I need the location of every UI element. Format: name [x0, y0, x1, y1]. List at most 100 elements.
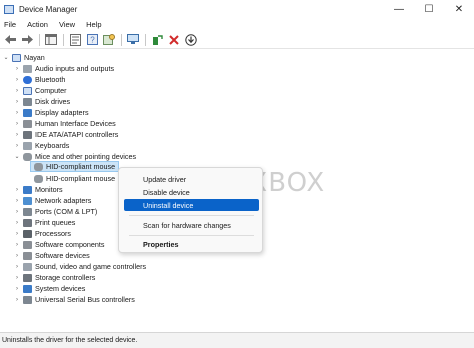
status-text: Uninstalls the driver for the selected d… [2, 337, 138, 344]
tree-item-label: HID-compliant mouse [46, 162, 116, 171]
chevron-right-icon[interactable]: › [13, 264, 21, 270]
tree-item-label: Universal Serial Bus controllers [35, 295, 135, 304]
software-icon [23, 240, 32, 249]
tree-item[interactable]: › Audio inputs and outputs [13, 63, 114, 74]
tree-item-label: Mice and other pointing devices [35, 152, 137, 161]
tree-child-item[interactable]: HID-compliant mouse [30, 173, 115, 184]
window-title: Device Manager [19, 4, 78, 14]
toolbar-separator [145, 33, 146, 46]
show-hide-tree-icon[interactable] [44, 33, 58, 47]
tree-item[interactable]: › Bluetooth [13, 74, 65, 85]
window-controls: — ☐ ✕ [384, 0, 474, 18]
menu-action[interactable]: Action [27, 20, 48, 29]
tree-item-label: Sound, video and game controllers [35, 262, 147, 271]
tree-root[interactable]: ⌄ Nayan [2, 52, 45, 63]
tree-item[interactable]: › Keyboards [13, 140, 69, 151]
tree-item[interactable]: › Display adapters [13, 107, 89, 118]
driver-icon[interactable] [102, 33, 116, 47]
menu-separator [129, 235, 254, 236]
network-icon [23, 196, 32, 205]
tree-item[interactable]: › IDE ATA/ATAPI controllers [13, 129, 118, 140]
chevron-right-icon[interactable]: › [13, 286, 21, 292]
chevron-right-icon[interactable]: › [13, 275, 21, 281]
chevron-right-icon[interactable]: › [13, 198, 21, 204]
printer-icon [23, 218, 32, 227]
chevron-right-icon[interactable]: › [13, 253, 21, 259]
tree-item[interactable]: › Human Interface Devices [13, 118, 116, 129]
tree-item[interactable]: › Computer [13, 85, 67, 96]
uninstall-device-menu-item[interactable]: Uninstall device [124, 199, 259, 211]
tree-item[interactable]: › Software components [13, 239, 105, 250]
tree-item[interactable]: › System devices [13, 283, 85, 294]
tree-item[interactable]: › Software devices [13, 250, 90, 261]
chevron-down-icon[interactable]: ⌄ [2, 54, 10, 61]
enable-device-icon[interactable] [150, 33, 164, 47]
tree-item-label: Disk drives [35, 97, 71, 106]
chevron-right-icon[interactable]: › [13, 77, 21, 83]
chevron-right-icon[interactable]: › [13, 110, 21, 116]
forward-arrow-icon[interactable] [20, 33, 34, 47]
chevron-right-icon[interactable]: › [13, 231, 21, 237]
toolbar-separator [121, 33, 122, 46]
tree-root-label: Nayan [24, 53, 45, 62]
back-arrow-icon[interactable] [3, 33, 17, 47]
help-icon[interactable]: ? [85, 33, 99, 47]
properties-icon[interactable] [68, 33, 82, 47]
tree-item[interactable]: › Disk drives [13, 96, 70, 107]
svg-text:?: ? [90, 36, 95, 45]
uninstall-device-icon[interactable] [167, 33, 181, 47]
tree-item-label: Human Interface Devices [35, 119, 116, 128]
mouse-icon [34, 162, 43, 171]
minimize-button[interactable]: — [384, 0, 414, 18]
tree-item[interactable]: › Sound, video and game controllers [13, 261, 146, 272]
chevron-right-icon[interactable]: › [13, 88, 21, 94]
tree-item-label: Network adapters [35, 196, 92, 205]
disk-icon [23, 97, 32, 106]
tree-item[interactable]: › Print queues [13, 217, 75, 228]
tree-item[interactable]: › Monitors [13, 184, 63, 195]
chevron-down-icon[interactable]: ⌄ [13, 153, 21, 160]
chevron-right-icon[interactable]: › [13, 187, 21, 193]
computer-icon [23, 86, 32, 95]
update-driver-menu-item[interactable]: Update driver [124, 173, 259, 185]
disable-device-menu-item[interactable]: Disable device [124, 186, 259, 198]
tree-item[interactable]: › Processors [13, 228, 71, 239]
tree-child-item-selected[interactable]: HID-compliant mouse [30, 161, 120, 172]
chevron-right-icon[interactable]: › [13, 220, 21, 226]
context-menu: Update driver Disable device Uninstall d… [118, 167, 263, 253]
chevron-right-icon[interactable]: › [13, 121, 21, 127]
tree-item-label: Audio inputs and outputs [35, 64, 115, 73]
chevron-right-icon[interactable]: › [13, 66, 21, 72]
chevron-right-icon[interactable]: › [13, 143, 21, 149]
update-driver-icon[interactable] [184, 33, 198, 47]
ide-icon [23, 130, 32, 139]
menu-view[interactable]: View [59, 20, 75, 29]
chevron-right-icon[interactable]: › [13, 297, 21, 303]
display-icon [23, 108, 32, 117]
chevron-right-icon[interactable]: › [13, 242, 21, 248]
tree-item[interactable]: › Storage controllers [13, 272, 95, 283]
computer-icon [12, 53, 21, 62]
chevron-right-icon[interactable]: › [13, 132, 21, 138]
keyboard-icon [23, 141, 32, 150]
properties-menu-item[interactable]: Properties [124, 238, 259, 250]
system-icon [23, 284, 32, 293]
monitor-icon [23, 185, 32, 194]
tree-item-label: System devices [35, 284, 86, 293]
status-bar: Uninstalls the driver for the selected d… [0, 332, 474, 348]
menu-help[interactable]: Help [86, 20, 101, 29]
tree-item-label: Keyboards [35, 141, 70, 150]
tree-item[interactable]: › Network adapters [13, 195, 91, 206]
scan-hardware-menu-item[interactable]: Scan for hardware changes [124, 219, 259, 231]
tree-item-label: Ports (COM & LPT) [35, 207, 98, 216]
toolbar: ? [0, 31, 474, 49]
chevron-right-icon[interactable]: › [13, 209, 21, 215]
menu-file[interactable]: File [4, 20, 16, 29]
chevron-right-icon[interactable]: › [13, 99, 21, 105]
scan-hardware-icon[interactable] [126, 33, 140, 47]
close-button[interactable]: ✕ [444, 0, 474, 18]
sound-icon [23, 262, 32, 271]
tree-item[interactable]: › Ports (COM & LPT) [13, 206, 97, 217]
tree-item[interactable]: › Universal Serial Bus controllers [13, 294, 135, 305]
maximize-button[interactable]: ☐ [414, 0, 444, 18]
